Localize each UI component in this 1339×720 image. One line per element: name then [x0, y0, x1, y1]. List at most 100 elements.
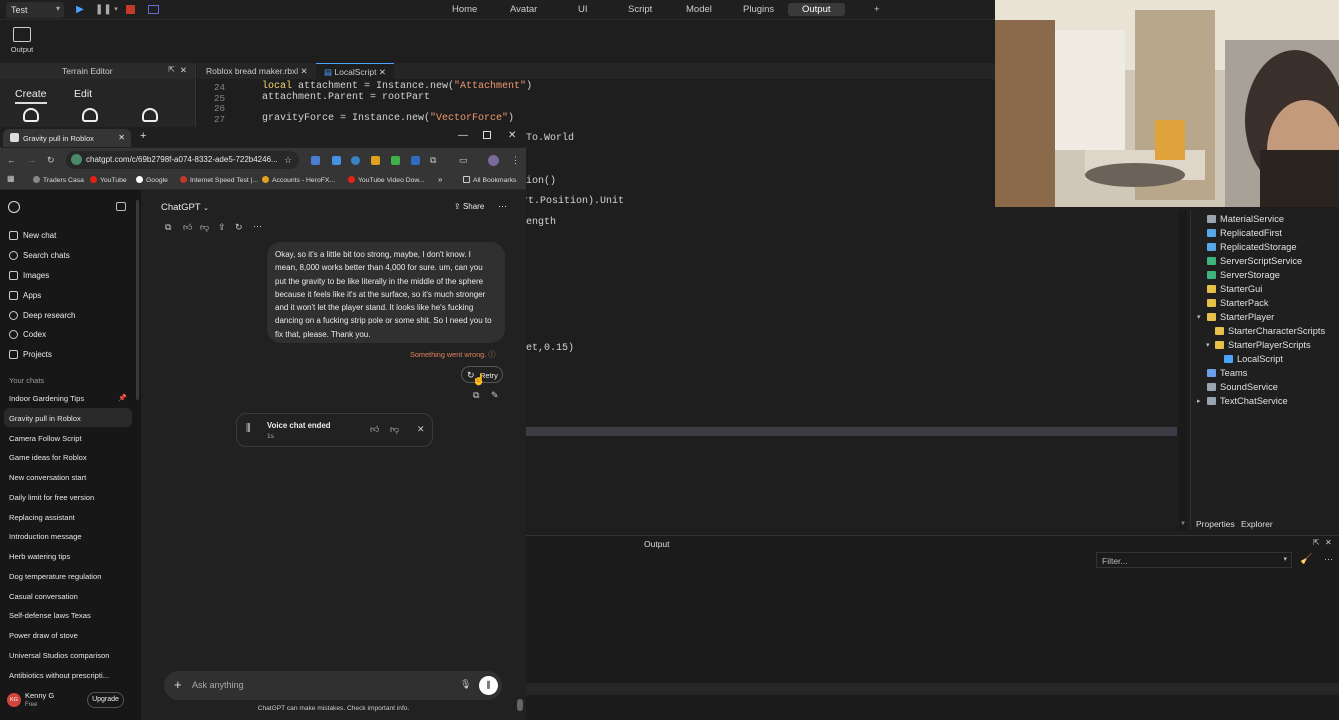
tab-localscript[interactable]: ▤ LocalScript ✕ [316, 63, 394, 79]
page-scrollbar[interactable] [517, 699, 523, 711]
bookmark-google[interactable]: Google [136, 176, 168, 184]
expand-arrow-icon[interactable]: ▸ [1197, 397, 1201, 405]
share-button[interactable]: ⇪ Share [454, 202, 484, 211]
chat-item-active[interactable]: Gravity pull in Roblox [9, 414, 133, 423]
tab-output[interactable]: Output [788, 3, 845, 16]
explorer-item-replicatedfirst[interactable]: ReplicatedFirst [1207, 228, 1282, 238]
tab-create[interactable]: Create [15, 86, 47, 104]
close-icon[interactable]: ✕ [180, 65, 187, 76]
tab-place-file[interactable]: Roblox bread maker.rbxl ✕ [198, 63, 316, 79]
cast-icon[interactable]: ▭ [459, 155, 468, 166]
bookmarks-overflow[interactable]: » [438, 175, 442, 184]
command-bar[interactable] [526, 683, 1339, 695]
bookmark-speed-test[interactable]: Internet Speed Test |... [180, 176, 258, 184]
bookmark-star-icon[interactable]: ☆ [284, 155, 292, 166]
add-attachment-icon[interactable]: + [174, 677, 182, 692]
back-icon[interactable]: ← [7, 155, 16, 165]
more-options-icon[interactable]: ⋯ [1324, 554, 1333, 565]
explorer-item-soundservice[interactable]: SoundService [1207, 382, 1278, 392]
explorer-item-startercharacterscripts[interactable]: StarterCharacterScripts [1215, 326, 1325, 336]
avatar[interactable]: KG [7, 693, 21, 707]
extension-icon[interactable] [391, 156, 400, 165]
thumbs-down-icon[interactable]: 👎︎ [200, 222, 209, 233]
chat-item[interactable]: Dog temperature regulation [9, 572, 133, 581]
chat-item[interactable]: Introduction message [9, 532, 133, 541]
explorer-item-serverscriptservice[interactable]: ServerScriptService [1207, 256, 1302, 266]
close-icon[interactable]: ✕ [1325, 538, 1332, 547]
forward-icon[interactable]: → [27, 155, 36, 165]
play-options-chevron-icon[interactable]: ▾ [110, 4, 122, 16]
chat-item[interactable]: Indoor Gardening Tips [9, 394, 133, 403]
chat-item[interactable]: Self-defense laws Texas [9, 611, 133, 620]
clear-output-icon[interactable]: 🧹 [1300, 554, 1312, 565]
screen-toggle-icon[interactable] [148, 5, 159, 14]
explorer-item-serverstorage[interactable]: ServerStorage [1207, 270, 1280, 280]
openai-logo-icon[interactable] [8, 201, 20, 213]
more-actions-icon[interactable]: ⋯ [253, 221, 262, 232]
code-line[interactable]: attachment.Parent = rootPart [262, 92, 430, 103]
tab-edit[interactable]: Edit [74, 86, 92, 102]
terrain-clear-icon[interactable] [142, 108, 158, 122]
chat-item[interactable]: Universal Studios comparison [9, 651, 133, 660]
terrain-import-icon[interactable] [82, 108, 98, 122]
sidebar-item-images[interactable]: Images [9, 271, 49, 280]
more-options-icon[interactable]: ⋯ [498, 201, 507, 212]
chat-item[interactable]: Replacing assistant [9, 513, 133, 522]
chat-item[interactable]: Power draw of stove [9, 631, 133, 640]
tab-properties[interactable]: Properties [1196, 519, 1235, 529]
terrain-generate-icon[interactable] [23, 108, 39, 122]
all-bookmarks-folder[interactable]: All Bookmarks [463, 176, 516, 184]
share-response-icon[interactable]: ⇪ [218, 222, 226, 233]
play-icon[interactable]: ▶ [74, 4, 86, 16]
test-mode-dropdown[interactable]: Test ▾ [6, 2, 64, 18]
code-line[interactable]: gravityForce = Instance.new("VectorForce… [262, 113, 514, 124]
sidebar-item-codex[interactable]: Codex [9, 330, 46, 339]
upgrade-button[interactable]: Upgrade [87, 692, 124, 708]
extension-icon[interactable] [371, 156, 380, 165]
sidebar-item-new-chat[interactable]: New chat [9, 231, 56, 240]
browser-menu-icon[interactable]: ⋮ [511, 155, 520, 166]
user-name[interactable]: Kenny G [25, 691, 54, 700]
browser-tab[interactable]: Gravity pull in Roblox ✕ [3, 129, 131, 147]
sidebar-toggle-icon[interactable] [116, 202, 126, 211]
bookmark-herofx[interactable]: Accounts - HeroFX... [262, 176, 335, 184]
pop-out-icon[interactable]: ⇱ [1313, 538, 1320, 547]
new-tab-icon[interactable]: + [140, 130, 146, 142]
sidebar-item-deep-research[interactable]: Deep research [9, 311, 75, 320]
bookmark-youtube-downloader[interactable]: YouTube Video Dow... [348, 176, 425, 184]
output-filter-input[interactable]: Filter... ▾ [1096, 552, 1292, 568]
explorer-item-starterplayer[interactable]: StarterPlayer [1207, 312, 1274, 322]
bookmark-youtube[interactable]: YouTube [90, 176, 127, 184]
sidebar-scrollbar[interactable] [136, 200, 139, 400]
explorer-item-starterpack[interactable]: StarterPack [1207, 298, 1269, 308]
minimize-icon[interactable]: — [458, 130, 468, 141]
thumbs-up-icon[interactable]: 👍︎ [370, 424, 379, 435]
explorer-item-textchatservice[interactable]: TextChatService [1207, 396, 1288, 406]
tab-ui[interactable]: UI [564, 3, 602, 16]
extension-icon[interactable] [311, 156, 320, 165]
bookmark-traders-casa[interactable]: Traders Casa [33, 176, 84, 184]
expand-arrow-icon[interactable]: ▾ [1197, 313, 1201, 321]
tab-home[interactable]: Home [438, 3, 491, 16]
tab-plugins[interactable]: Plugins [729, 3, 788, 16]
extensions-puzzle-icon[interactable]: ⧉ [430, 155, 436, 166]
chat-item[interactable]: Daily limit for free version [9, 493, 133, 502]
voice-mode-icon[interactable]: ⫼ [479, 676, 498, 695]
tab-explorer[interactable]: Explorer [1241, 519, 1273, 529]
sidebar-item-apps[interactable]: Apps [9, 291, 41, 300]
maximize-icon[interactable] [483, 131, 491, 139]
copy-icon[interactable]: ⧉ [165, 222, 171, 233]
chat-input[interactable]: + Ask anything 🎙︎ ⫼ [164, 671, 502, 700]
chat-item[interactable]: Game ideas for Roblox [9, 453, 133, 462]
explorer-item-localscript[interactable]: LocalScript [1224, 354, 1283, 364]
extension-icon[interactable] [351, 156, 360, 165]
chat-item[interactable]: Antibiotics without prescripti... [9, 671, 133, 680]
sidebar-item-projects[interactable]: Projects [9, 350, 52, 359]
apps-grid-icon[interactable]: ▦ [7, 174, 15, 183]
edit-icon[interactable]: ✎ [491, 390, 499, 401]
thumbs-up-icon[interactable]: 👍︎ [183, 222, 192, 233]
address-bar[interactable]: chatgpt.com/c/69b2798f-a074-8332-ade5-72… [66, 151, 299, 169]
chat-item[interactable]: Casual conversation [9, 592, 133, 601]
close-icon[interactable]: ✕ [118, 133, 125, 142]
site-info-icon[interactable] [71, 154, 82, 165]
